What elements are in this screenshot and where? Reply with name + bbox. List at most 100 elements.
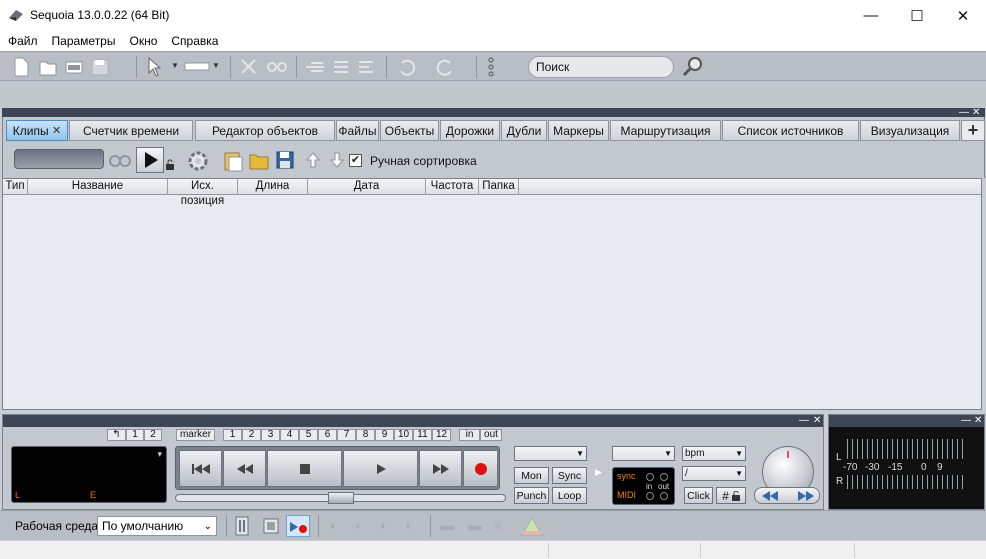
play-record-toggle[interactable]: [286, 515, 310, 537]
stop-button[interactable]: [267, 450, 342, 487]
move-down-icon[interactable]: [330, 152, 344, 168]
display-dropdown-icon[interactable]: ▾: [157, 449, 162, 460]
marker-in[interactable]: in: [459, 429, 480, 441]
punch-button[interactable]: Punch: [514, 487, 549, 504]
film-icon[interactable]: [64, 57, 84, 77]
pointer-tool-icon[interactable]: [146, 56, 162, 78]
marker-out[interactable]: out: [480, 429, 502, 441]
tab-objects[interactable]: Объекты: [380, 120, 439, 141]
marker-left-1[interactable]: 1: [126, 429, 144, 441]
transport-buttons: [175, 446, 500, 490]
new-file-icon[interactable]: [12, 57, 30, 77]
menu-window[interactable]: Окно: [129, 34, 157, 48]
folder-icon[interactable]: [249, 152, 269, 170]
expand-arrow-icon[interactable]: ▶: [595, 467, 602, 478]
column-date[interactable]: Дата: [308, 179, 426, 195]
move-up-icon[interactable]: [306, 152, 320, 168]
column-source-position[interactable]: Исх. позиция: [168, 179, 238, 207]
time-display[interactable]: ▾ L E: [11, 446, 167, 503]
marker-1[interactable]: 1: [223, 429, 242, 441]
fast-forward-button[interactable]: [419, 450, 462, 487]
tab-tracks[interactable]: Дорожки: [440, 120, 500, 141]
tab-clips[interactable]: Клипы ✕: [6, 120, 68, 141]
binoculars-icon[interactable]: [108, 152, 132, 168]
click-button[interactable]: Click: [684, 487, 713, 504]
marker-5[interactable]: 5: [299, 429, 318, 441]
column-folder[interactable]: Папка: [479, 179, 519, 195]
device-select[interactable]: ▼: [514, 446, 587, 461]
lock-icon[interactable]: [165, 159, 175, 171]
slider-thumb[interactable]: [328, 492, 354, 504]
transport-close-icon[interactable]: ✕: [813, 416, 821, 426]
range-dropdown-icon[interactable]: ▼: [212, 61, 220, 70]
marker-9[interactable]: 9: [375, 429, 394, 441]
manual-sort-checkbox[interactable]: ✔: [349, 154, 362, 167]
panel-close-icon[interactable]: ✕: [972, 108, 980, 118]
marker-6[interactable]: 6: [318, 429, 337, 441]
search-input[interactable]: Поиск: [528, 56, 674, 78]
shuttle-control[interactable]: [754, 487, 820, 504]
marker-7[interactable]: 7: [337, 429, 356, 441]
marker-undo-button[interactable]: ↰: [107, 429, 126, 441]
mixer-icon[interactable]: [234, 515, 250, 537]
tab-visualization[interactable]: Визуализация: [860, 120, 960, 141]
marker-8[interactable]: 8: [356, 429, 375, 441]
tab-source-list[interactable]: Список источников: [722, 120, 859, 141]
tab-close-icon[interactable]: ✕: [52, 124, 61, 137]
rewind-button[interactable]: [223, 450, 266, 487]
sync-button[interactable]: Sync: [552, 467, 587, 484]
mon-button[interactable]: Mon: [514, 467, 549, 484]
layout-icon[interactable]: [262, 516, 280, 536]
bpm-select[interactable]: bpm ▼: [682, 446, 746, 461]
add-tab-button[interactable]: +: [961, 120, 985, 141]
play-clip-button[interactable]: [136, 147, 164, 173]
grid-lock-button[interactable]: #: [716, 487, 746, 504]
tab-files[interactable]: Файлы: [336, 120, 379, 141]
workspace-select[interactable]: По умолчанию ⌄: [97, 516, 217, 536]
column-type[interactable]: Тип: [3, 179, 28, 195]
column-frequency[interactable]: Частота: [426, 179, 479, 195]
marker-10[interactable]: 10: [394, 429, 413, 441]
minimize-button[interactable]: —: [848, 0, 894, 31]
clip-search-field[interactable]: [14, 149, 104, 169]
time-signature-select[interactable]: / ▼: [682, 466, 746, 481]
clips-table[interactable]: Тип Название Исх. позиция Длина Дата Час…: [2, 178, 982, 410]
pointer-dropdown-icon[interactable]: ▼: [171, 61, 179, 70]
save-icon[interactable]: [90, 57, 110, 77]
column-name[interactable]: Название: [28, 179, 168, 195]
close-button[interactable]: ✕: [940, 0, 986, 31]
range-tool-icon[interactable]: [184, 60, 210, 74]
menu-options[interactable]: Параметры: [52, 34, 116, 48]
tab-routing[interactable]: Маршрутизация: [610, 120, 721, 141]
marker-4[interactable]: 4: [280, 429, 299, 441]
open-folder-icon[interactable]: [38, 57, 58, 77]
search-icon[interactable]: [681, 55, 705, 79]
menu-file[interactable]: Файл: [8, 34, 38, 48]
marker-2[interactable]: 2: [242, 429, 261, 441]
column-length[interactable]: Длина: [238, 179, 308, 195]
menu-help[interactable]: Справка: [171, 34, 218, 48]
position-slider[interactable]: [175, 492, 506, 504]
play-button[interactable]: [343, 450, 418, 487]
meter-minimize-icon[interactable]: —: [961, 416, 971, 426]
panel-minimize-icon[interactable]: —: [959, 108, 969, 118]
marker-label-button[interactable]: marker: [176, 429, 215, 441]
tab-markers[interactable]: Маркеры: [548, 120, 609, 141]
maximize-button[interactable]: ☐: [894, 0, 940, 31]
marker-12[interactable]: 12: [432, 429, 451, 441]
loop-button[interactable]: Loop: [552, 487, 587, 504]
meter-close-icon[interactable]: ✕: [974, 416, 982, 426]
tab-takes[interactable]: Дубли: [501, 120, 547, 141]
save-clip-icon[interactable]: [275, 150, 295, 170]
paste-clip-icon[interactable]: [222, 149, 244, 173]
record-button[interactable]: [463, 450, 498, 487]
marker-3[interactable]: 3: [261, 429, 280, 441]
gear-icon[interactable]: [186, 149, 210, 173]
sync-source-select[interactable]: ▼: [612, 446, 675, 461]
transport-minimize-icon[interactable]: —: [799, 416, 809, 426]
tab-time-counter[interactable]: Счетчик времени: [69, 120, 193, 141]
go-to-start-button[interactable]: [179, 450, 222, 487]
marker-left-2[interactable]: 2: [144, 429, 162, 441]
tab-object-editor[interactable]: Редактор объектов: [195, 120, 335, 141]
marker-11[interactable]: 11: [413, 429, 432, 441]
